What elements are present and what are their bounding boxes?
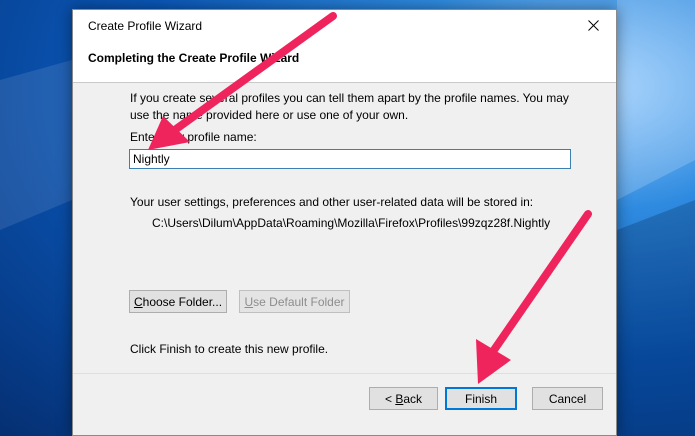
cancel-button[interactable]: Cancel — [532, 387, 603, 410]
finish-label: Finish — [464, 391, 497, 406]
use-default-folder-label: Use Default Folder — [244, 295, 344, 309]
cancel-label: Cancel — [548, 391, 587, 406]
use-default-folder-label-rest: se Default Folder — [253, 294, 345, 309]
choose-folder-button[interactable]: Choose Folder... — [129, 290, 227, 313]
choose-folder-label: Choose Folder... — [134, 295, 222, 309]
choose-folder-label-rest: hoose Folder... — [142, 294, 223, 309]
storage-path: C:\Users\Dilum\AppData\Roaming\Mozilla\F… — [152, 216, 551, 230]
profile-name-input[interactable] — [129, 149, 571, 169]
close-button[interactable] — [570, 10, 616, 41]
back-label: < Back — [385, 392, 422, 406]
finish-hint-text: Click Finish to create this new profile. — [130, 342, 329, 356]
use-default-folder-button[interactable]: Use Default Folder — [239, 290, 350, 313]
create-profile-wizard-dialog: Create Profile Wizard Completing the Cre… — [72, 9, 617, 436]
intro-text: If you create several profiles you can t… — [130, 91, 569, 122]
choose-folder-mnemonic: C — [133, 294, 143, 309]
finish-button[interactable]: Finish — [445, 387, 517, 410]
back-button[interactable]: < Back — [369, 387, 438, 410]
use-default-folder-mnemonic: U — [244, 294, 254, 309]
page-title: Completing the Create Profile Wizard — [88, 51, 300, 65]
close-icon — [587, 20, 599, 31]
storage-location-label: Your user settings, preferences and othe… — [130, 195, 534, 209]
title-bar: Create Profile Wizard — [73, 10, 616, 41]
back-label-rest: ack — [403, 391, 423, 406]
window-title: Create Profile Wizard — [88, 19, 203, 33]
wizard-header: Completing the Create Profile Wizard — [73, 41, 616, 83]
back-label-prefix: < — [384, 391, 396, 406]
profile-name-label: Enter new profile name: — [130, 130, 257, 144]
